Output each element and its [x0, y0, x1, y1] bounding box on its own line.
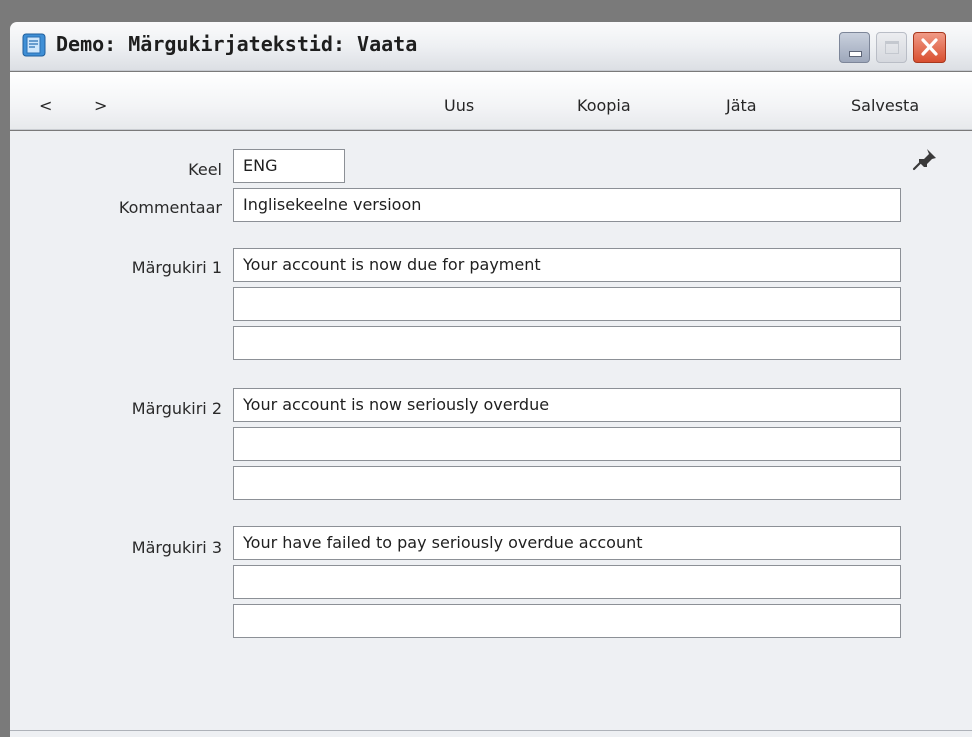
window-bottom-border — [10, 730, 972, 731]
language-label: Keel — [188, 160, 222, 179]
notice-1-line-3[interactable] — [233, 326, 901, 360]
notice-1-label: Märgukiri 1 — [131, 258, 222, 277]
cancel-button[interactable]: Jäta — [726, 96, 757, 115]
language-field[interactable]: ENG — [233, 149, 345, 183]
notice-3-label: Märgukiri 3 — [131, 538, 222, 557]
maximize-icon — [885, 41, 899, 54]
close-button[interactable] — [913, 32, 946, 63]
notice-2-line-3[interactable] — [233, 466, 901, 500]
new-button[interactable]: Uus — [444, 96, 474, 115]
comment-label: Kommentaar — [118, 198, 222, 217]
notice-1-line-2[interactable] — [233, 287, 901, 321]
toolbar: < > Uus Koopia Jäta Salvesta — [10, 72, 972, 130]
notice-3-line-2[interactable] — [233, 565, 901, 599]
next-record-button[interactable]: > — [94, 96, 107, 115]
notice-2-line-1[interactable]: Your account is now seriously overdue — [233, 388, 901, 422]
notice-3-line-1[interactable]: Your have failed to pay seriously overdu… — [233, 526, 901, 560]
minimize-icon — [850, 52, 861, 56]
title-bar[interactable]: Demo: Märgukirjatekstid: Vaata — [10, 22, 972, 71]
notice-1-line-1[interactable]: Your account is now due for payment — [233, 248, 901, 282]
notice-3-line-3[interactable] — [233, 604, 901, 638]
close-icon — [921, 38, 938, 56]
previous-record-button[interactable]: < — [39, 96, 52, 115]
application-window: Demo: Märgukirjatekstid: Vaata < > Uus K… — [0, 0, 972, 737]
minimize-button[interactable] — [839, 32, 870, 63]
maximize-button[interactable] — [876, 32, 907, 63]
notice-2-line-2[interactable] — [233, 427, 901, 461]
notice-2-label: Märgukiri 2 — [131, 399, 222, 418]
window-title: Demo: Märgukirjatekstid: Vaata — [56, 32, 418, 56]
app-document-icon — [22, 33, 46, 57]
comment-field[interactable]: Inglisekeelne versioon — [233, 188, 901, 222]
save-button[interactable]: Salvesta — [851, 96, 919, 115]
copy-button[interactable]: Koopia — [577, 96, 631, 115]
pin-icon[interactable] — [912, 147, 938, 171]
